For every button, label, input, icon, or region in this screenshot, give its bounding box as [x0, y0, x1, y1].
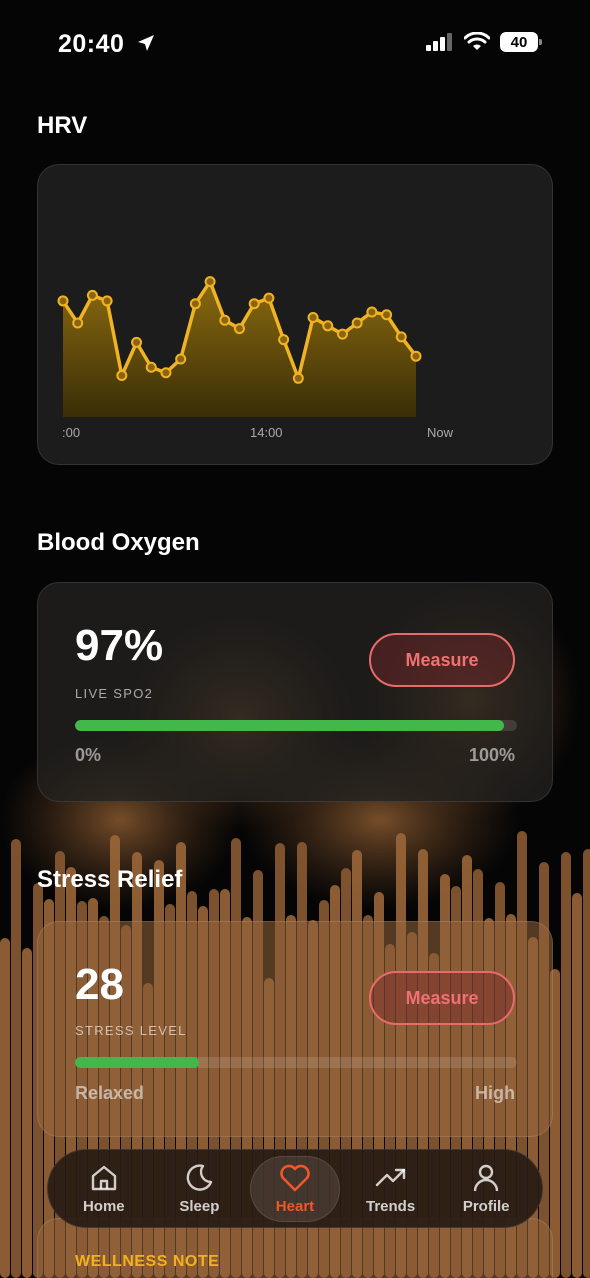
hrv-point [175, 353, 187, 365]
stress-card: 28 STRESS LEVEL Measure Relaxed High [37, 921, 553, 1137]
hrv-point [72, 317, 84, 329]
background-bar [11, 839, 21, 1278]
hrv-point [351, 317, 363, 329]
stress-range-min: Relaxed [75, 1083, 145, 1103]
hrv-point [145, 361, 157, 373]
location-arrow-icon [138, 35, 154, 51]
tab-home-label: Home [82, 1198, 125, 1215]
hrv-x-tick-label: Now [427, 425, 454, 440]
tab-profile[interactable]: Profile [441, 1156, 531, 1222]
hrv-card: :00 14:00 Now [37, 164, 553, 465]
moon-icon [187, 1164, 213, 1191]
spo2-progress-track [75, 720, 517, 731]
tab-trends-label: Trends [365, 1198, 416, 1215]
stress-range-max: High [475, 1083, 515, 1103]
status-time: 20:40 [58, 30, 125, 58]
spo2-range-min: 0% [75, 745, 102, 765]
wellness-note-label: WELLNESS NOTE [75, 1253, 220, 1270]
trend-icon [375, 1168, 405, 1187]
stress-relief-title: Stress Relief [37, 866, 183, 893]
status-bar: 20:40 40 [0, 0, 590, 88]
hrv-point [116, 370, 128, 382]
hrv-point [410, 350, 422, 362]
hrv-point [336, 328, 348, 340]
tab-home[interactable]: Home [59, 1156, 149, 1222]
hrv-point [366, 306, 378, 318]
hrv-x-tick-label: :00 [62, 425, 80, 440]
hrv-point [57, 295, 69, 307]
hrv-point [278, 334, 290, 346]
tab-sleep[interactable]: Sleep [154, 1156, 244, 1222]
spo2-label: LIVE SPO2 [75, 686, 154, 701]
hrv-point [248, 298, 260, 310]
person-icon [473, 1164, 499, 1192]
hrv-point [189, 298, 201, 310]
hrv-point [234, 323, 245, 335]
background-bar [583, 849, 590, 1278]
hrv-point [204, 276, 216, 288]
hrv-point [86, 289, 98, 301]
battery-icon: 40 [500, 32, 542, 52]
tab-trends[interactable]: Trends [346, 1156, 436, 1222]
tab-profile-label: Profile [462, 1198, 510, 1215]
blood-oxygen-card: 97% LIVE SPO2 Measure 0% 100% [37, 582, 553, 802]
spo2-range-max: 100% [468, 745, 515, 765]
tab-heart-label: Heart [275, 1198, 315, 1215]
background-bar [0, 938, 10, 1278]
spo2-measure-button[interactable]: Measure [369, 633, 515, 687]
background-bar [561, 852, 571, 1278]
stress-measure-button[interactable]: Measure [369, 971, 515, 1025]
hrv-point [395, 331, 407, 343]
hrv-title: HRV [37, 112, 88, 139]
hrv-chart: :00 14:00 Now [57, 276, 454, 440]
hrv-point [219, 314, 231, 326]
home-icon [91, 1165, 116, 1191]
stress-progress-track [75, 1057, 517, 1068]
hrv-point [292, 372, 304, 384]
stress-value: 28 [75, 960, 124, 1009]
background-bar [22, 948, 32, 1278]
stress-progress-fill [75, 1057, 199, 1068]
signal-icon [426, 33, 452, 51]
hrv-point [322, 320, 334, 332]
tab-bar: Home Sleep Heart Trends Profile [47, 1149, 543, 1228]
stress-label: STRESS LEVEL [75, 1023, 187, 1038]
tab-sleep-label: Sleep [179, 1198, 220, 1215]
hrv-point [160, 367, 172, 379]
hrv-point [307, 312, 319, 324]
battery-level: 40 [510, 33, 528, 51]
spo2-progress-fill [75, 720, 504, 731]
tab-heart[interactable]: Heart [249, 1155, 340, 1222]
heart-icon [280, 1164, 310, 1192]
background-bar [572, 893, 582, 1278]
blood-oxygen-title: Blood Oxygen [37, 529, 200, 556]
hrv-point [131, 336, 143, 348]
hrv-point [101, 295, 113, 307]
hrv-point [381, 309, 393, 321]
wifi-icon [464, 32, 490, 50]
hrv-x-tick-label: 14:00 [250, 425, 283, 440]
spo2-value: 97% [75, 621, 164, 670]
hrv-point [263, 292, 275, 304]
